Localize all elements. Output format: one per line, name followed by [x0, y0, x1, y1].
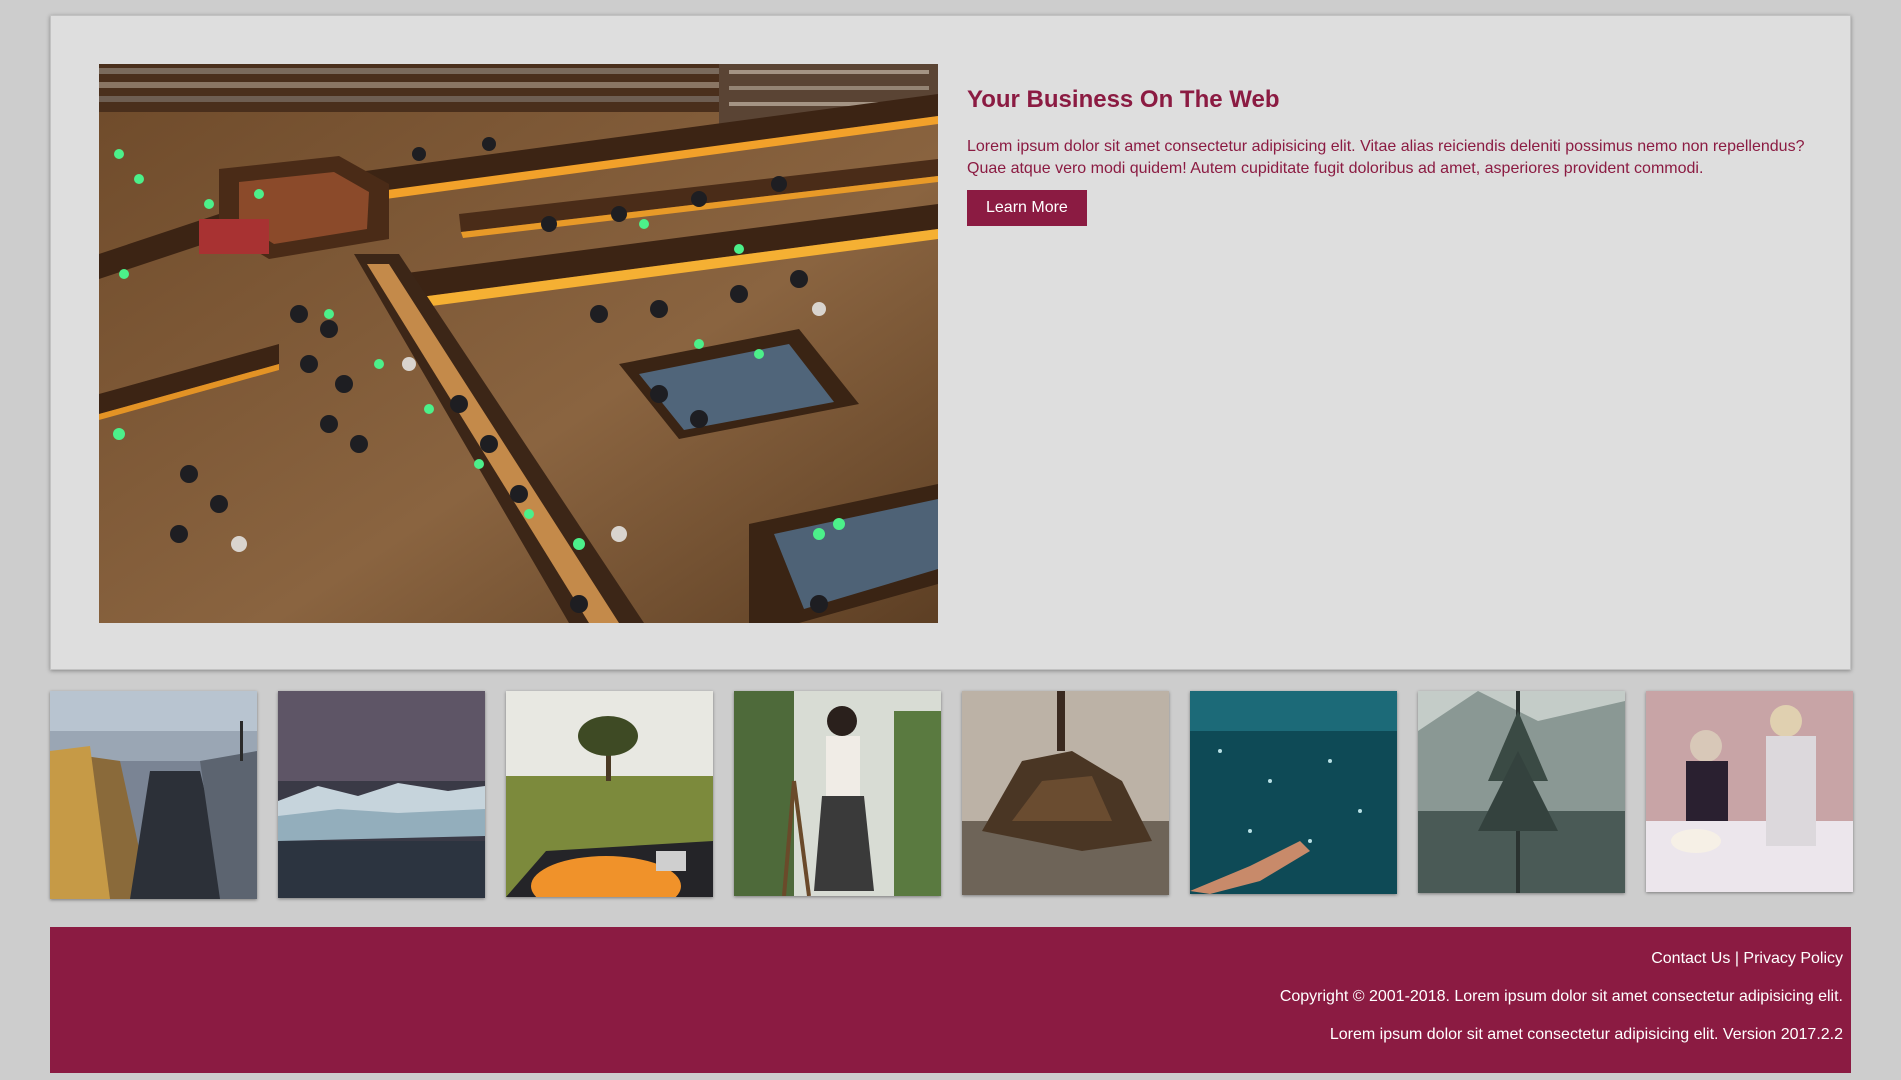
driftwood-photo — [962, 691, 1169, 895]
thumbnail-gallery — [50, 691, 1853, 901]
hero-image — [99, 64, 938, 623]
library-photo — [99, 64, 938, 623]
footer-separator: | — [1734, 950, 1739, 967]
copyright-text: Copyright © 2001-2018. Lorem ipsum dolor… — [1279, 988, 1843, 1005]
contact-us-link[interactable]: Contact Us — [1651, 950, 1730, 967]
privacy-policy-link[interactable]: Privacy Policy — [1743, 950, 1843, 967]
version-text: Lorem ipsum dolor sit amet consectetur a… — [1329, 1026, 1843, 1043]
site-footer: Contact Us | Privacy Policy Copyright © … — [50, 927, 1851, 1073]
gallery-item-underwater[interactable] — [1190, 691, 1397, 894]
vintage-party-photo — [1646, 691, 1853, 892]
shipyard-photo — [50, 691, 257, 899]
snowy-forest-photo — [1418, 691, 1625, 893]
gallery-item-snowy-forest[interactable] — [1418, 691, 1625, 893]
hero-description: Lorem ipsum dolor sit amet consectetur a… — [967, 138, 1805, 177]
tree-field-photo — [506, 691, 713, 897]
underwater-photo — [1190, 691, 1397, 894]
woman-studio-photo — [734, 691, 941, 896]
hero-title: Your Business On The Web — [967, 86, 1280, 113]
gallery-item-glacier[interactable] — [278, 691, 485, 898]
gallery-item-tree-field[interactable] — [506, 691, 713, 897]
hero-text-block: Your Business On The Web Lorem ipsum dol… — [967, 86, 1827, 226]
gallery-item-vintage-party[interactable] — [1646, 691, 1853, 892]
gallery-item-woman-studio[interactable] — [734, 691, 941, 896]
gallery-item-shipyard[interactable] — [50, 691, 257, 899]
hero-panel: Your Business On The Web Lorem ipsum dol… — [50, 15, 1851, 670]
learn-more-button[interactable]: Learn More — [967, 190, 1087, 226]
footer-links: Contact Us | Privacy Policy — [50, 949, 1843, 968]
gallery-item-driftwood[interactable] — [962, 691, 1169, 895]
glacier-photo — [278, 691, 485, 898]
